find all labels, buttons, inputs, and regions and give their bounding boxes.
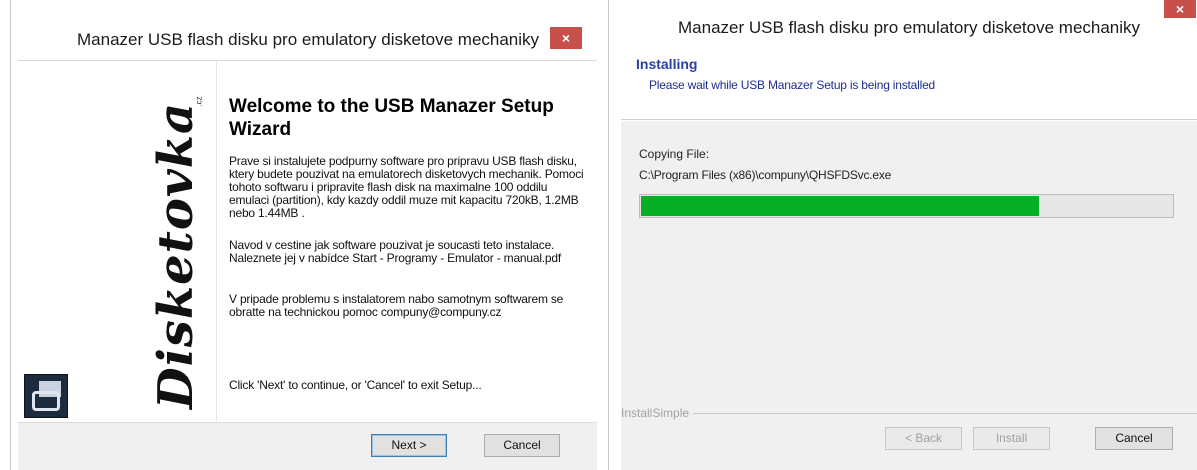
cancel-button[interactable]: Cancel — [1095, 427, 1173, 450]
logo-domain-suffix: .cz — [194, 96, 204, 107]
support-paragraph: V pripade problemu s instalatorem nabo s… — [229, 292, 564, 319]
wizard-banner: Disketovka .cz — [18, 61, 217, 421]
copying-file-label: Copying File: — [639, 147, 710, 161]
install-progress-panel: Copying File: C:\Program Files (x86)\com… — [621, 121, 1197, 470]
window-title: Manazer USB flash disku pro emulatory di… — [77, 30, 540, 49]
copying-file-path: C:\Program Files (x86)\compuny\QHSFDSvc.… — [639, 168, 892, 182]
installing-subtitle: Please wait while USB Manazer Setup is b… — [649, 78, 936, 92]
wizard-client-area: Disketovka .cz Welcome to the USB Manaze… — [18, 60, 597, 470]
button-bar: Next > Cancel — [18, 422, 597, 470]
install-button[interactable]: Install — [973, 427, 1050, 450]
welcome-heading: Welcome to the USB Manazer Setup Wizard — [229, 96, 554, 140]
continue-instruction: Click 'Next' to continue, or 'Cancel' to… — [229, 378, 482, 392]
manual-paragraph: Navod v cestine jak software pouzivat je… — [229, 238, 562, 265]
progress-fill — [641, 196, 1039, 216]
intro-paragraph: Prave si instalujete podpurny software p… — [229, 154, 584, 220]
close-icon: × — [561, 30, 571, 46]
close-icon: × — [1175, 1, 1185, 17]
cancel-button[interactable]: Cancel — [484, 434, 560, 457]
disketovka-logo: Disketovka — [148, 101, 204, 409]
disk-icon — [32, 391, 60, 411]
back-button[interactable]: < Back — [885, 427, 962, 450]
welcome-wizard-window: Manazer USB flash disku pro emulatory di… — [10, 0, 597, 470]
next-button[interactable]: Next > — [371, 434, 447, 457]
brand-label: InstallSimple — [621, 406, 694, 420]
installing-header: Installing Please wait while USB Manazer… — [621, 45, 1197, 120]
close-button[interactable]: × — [1164, 0, 1196, 18]
installing-title: Installing — [636, 56, 698, 72]
title-bar[interactable]: Manazer USB flash disku pro emulatory di… — [11, 0, 596, 60]
install-progress-bar — [639, 194, 1174, 218]
separator-line — [691, 413, 1197, 414]
setup-computer-icon — [24, 374, 68, 418]
close-button[interactable]: × — [550, 27, 582, 49]
installing-window: Manazer USB flash disku pro emulatory di… — [608, 0, 1197, 470]
window-title: Manazer USB flash disku pro emulatory di… — [678, 18, 1141, 37]
